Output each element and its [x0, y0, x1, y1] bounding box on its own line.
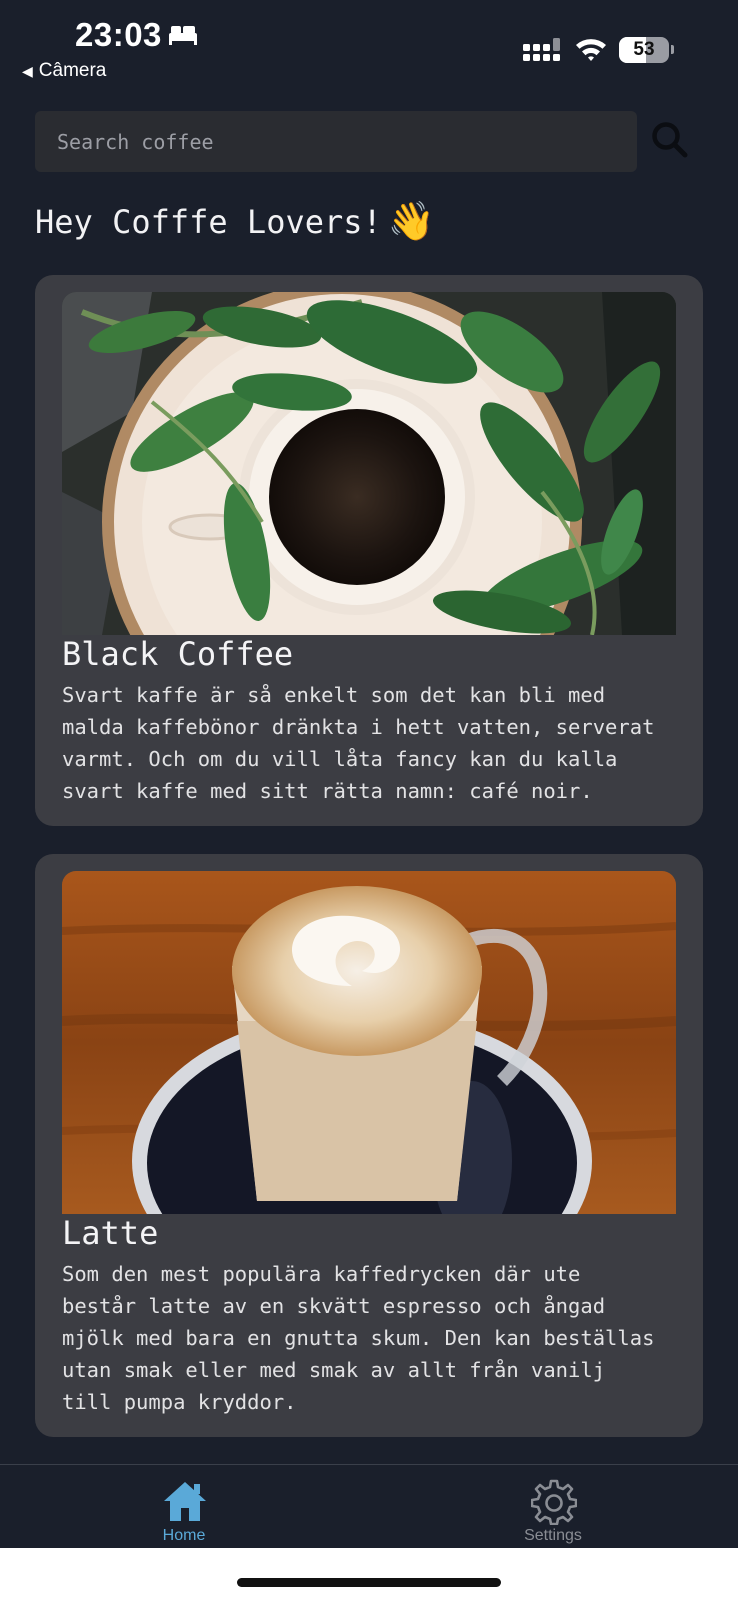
search-input[interactable]: [35, 111, 637, 172]
home-indicator[interactable]: [237, 1578, 501, 1587]
tab-settings-label: Settings: [524, 1527, 582, 1544]
gear-icon: [531, 1479, 577, 1525]
bottom-tab-bar: Home Settings: [0, 1464, 738, 1549]
card-title: Black Coffee: [62, 635, 294, 673]
home-icon: [164, 1482, 206, 1521]
back-label: Câmera: [38, 60, 107, 81]
latte-image: [62, 871, 676, 1214]
greeting-heading: Hey Cofffe Lovers! 👋: [35, 199, 435, 244]
black-coffee-image: [62, 292, 676, 635]
greeting-text: Hey Cofffe Lovers!: [35, 202, 382, 241]
tab-home-label: Home: [162, 1527, 206, 1544]
cellular-signal-icon: [523, 38, 560, 61]
bed-icon: [169, 26, 197, 45]
card-description: Som den mest populära kaffedrycken där u…: [62, 1262, 655, 1414]
coffee-card-latte[interactable]: Latte Som den mest populära kaffedrycken…: [35, 854, 703, 1437]
battery-indicator: 53: [619, 37, 669, 63]
card-description: Svart kaffe är så enkelt som det kan bli…: [62, 683, 655, 803]
waving-hand-emoji: 👋: [387, 199, 436, 243]
status-time: 23:03: [75, 16, 162, 53]
black-coffee-photo: [62, 292, 676, 635]
tab-settings[interactable]: Settings: [453, 1465, 653, 1549]
coffee-card-black-coffee[interactable]: Black Coffee Svart kaffe är så enkelt so…: [35, 275, 703, 826]
card-title: Latte: [62, 1214, 159, 1252]
back-triangle-icon: ◀: [22, 62, 33, 79]
battery-percent: 53: [633, 39, 655, 60]
search-icon[interactable]: [650, 120, 690, 160]
battery-tip: [671, 45, 674, 54]
latte-photo: [62, 871, 676, 1214]
back-to-camera-link[interactable]: ◀ Câmera: [22, 60, 106, 82]
home-indicator-area: [0, 1548, 738, 1600]
wifi-icon: [576, 39, 606, 61]
tab-home[interactable]: Home: [84, 1465, 284, 1549]
